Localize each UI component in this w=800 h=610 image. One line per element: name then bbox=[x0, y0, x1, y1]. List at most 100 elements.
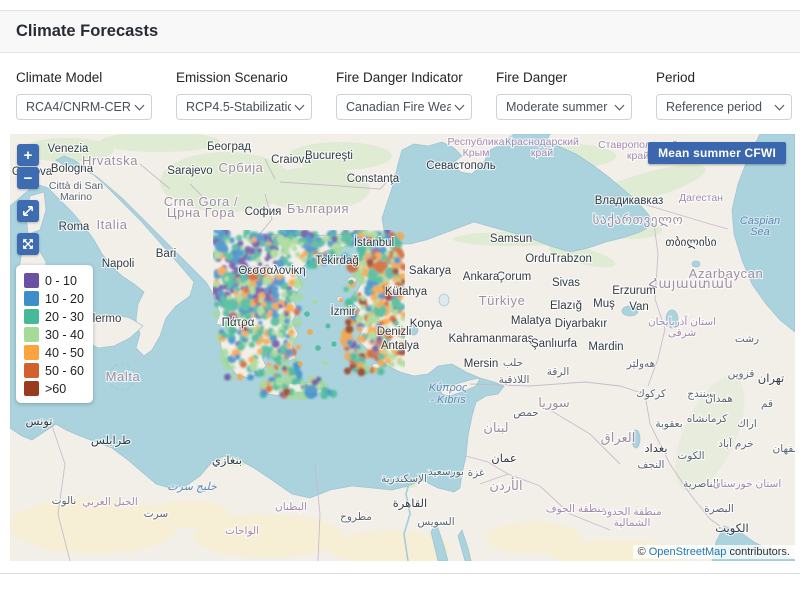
map-label: النجف bbox=[638, 459, 665, 471]
map-label: Sivas bbox=[552, 277, 580, 289]
panel-header: Climate Forecasts bbox=[0, 11, 800, 53]
minus-icon: − bbox=[24, 170, 33, 187]
map-label: غزة bbox=[468, 467, 485, 479]
fullscreen-button[interactable] bbox=[17, 233, 39, 255]
map-label: Muş bbox=[593, 298, 615, 310]
map-label: Sarajevo bbox=[167, 165, 212, 177]
climate-model-label: Climate Model bbox=[16, 70, 152, 85]
expand-button[interactable] bbox=[17, 200, 39, 222]
map-label: Κύπρος bbox=[429, 382, 468, 394]
legend-item: 10 - 20 bbox=[24, 291, 84, 306]
fire-danger-indicator-select[interactable]: Canadian Fire Weather bbox=[336, 94, 472, 120]
legend-label: 40 - 50 bbox=[45, 346, 84, 360]
map-attribution: © OpenStreetMap contributors. bbox=[633, 545, 795, 559]
climate-model-select[interactable]: RCA4/CNRM-CERFACS bbox=[16, 94, 152, 120]
map-label: همدان bbox=[705, 393, 733, 405]
map-label: الإسكندرية bbox=[381, 473, 427, 485]
map-label: تونس bbox=[25, 416, 52, 429]
period-label: Period bbox=[656, 70, 792, 85]
map-label: البصرة bbox=[704, 503, 734, 515]
map-label: خليج سرت bbox=[167, 481, 217, 493]
map-label: الجبل الغربي bbox=[82, 496, 138, 508]
legend-item: 50 - 60 bbox=[24, 363, 84, 378]
map-label: لبنان bbox=[483, 420, 508, 435]
map-label: Diyarbakır bbox=[555, 318, 608, 330]
basemap: VeneziaGenovaBolognaCittà di SanMarinoRo… bbox=[10, 134, 795, 561]
map-label: منطقة الجوف bbox=[546, 503, 606, 515]
map-label: سوريا bbox=[538, 395, 569, 411]
legend-swatch bbox=[24, 309, 39, 324]
map-label: Malta bbox=[106, 369, 141, 384]
map-label: İzmir bbox=[331, 305, 356, 318]
map-label: Владикавказ bbox=[595, 195, 664, 207]
climate-forecasts-panel: Climate Forecasts Climate Model RCA4/CNRM… bbox=[0, 10, 800, 574]
map-label: Θεσσαλονίκη bbox=[238, 265, 305, 277]
map-label: Elazığ bbox=[550, 300, 582, 312]
fire-danger-indicator-control: Fire Danger IndicatorCanadian Fire Weath… bbox=[336, 66, 472, 120]
cfwi-legend: 0 - 10 10 - 20 20 - 30 30 - 40 40 - 50 50 - 6… bbox=[16, 265, 93, 403]
legend-label: 0 - 10 bbox=[45, 274, 77, 288]
map-label: بعقوبة bbox=[655, 418, 682, 430]
legend-swatch bbox=[24, 291, 39, 306]
map-label: Trabzon bbox=[550, 253, 592, 265]
legend-label: 20 - 30 bbox=[45, 310, 84, 324]
layer-title-badge: Mean summer CFWI bbox=[648, 142, 786, 164]
page-title: Climate Forecasts bbox=[16, 22, 784, 41]
map-label: اللاذقية bbox=[499, 374, 530, 386]
map-label: Malatya bbox=[511, 315, 552, 327]
fire-danger-label: Fire Danger bbox=[496, 70, 632, 85]
legend-item: >60 bbox=[24, 381, 84, 396]
map-label: كركوك bbox=[636, 388, 666, 400]
map-label: Erzurum bbox=[612, 285, 655, 297]
map-label: Ankara bbox=[463, 271, 500, 283]
legend-item: 30 - 40 bbox=[24, 327, 84, 342]
climate-model-control: Climate Model RCA4/CNRM-CERFACS bbox=[16, 66, 152, 120]
map-label: هەولێر bbox=[626, 358, 655, 370]
zoom-out-button[interactable]: − bbox=[17, 167, 39, 189]
emission-scenario-select[interactable]: RCP4.5-Stabilization of bbox=[176, 94, 312, 120]
fire-danger-select[interactable]: Moderate summer fire bbox=[496, 94, 632, 120]
map-label: القاهرة bbox=[393, 498, 427, 511]
legend-label: 50 - 60 bbox=[45, 364, 84, 378]
map[interactable]: VeneziaGenovaBolognaCittà di SanMarinoRo… bbox=[10, 134, 795, 561]
map-label: قم bbox=[761, 398, 773, 410]
map-label: Sakarya bbox=[409, 265, 452, 277]
map-label: الكويت bbox=[715, 523, 748, 536]
map-label: بغداد bbox=[644, 443, 667, 455]
map-label: بنغازي bbox=[212, 455, 242, 468]
map-label: Севастополь bbox=[426, 160, 495, 172]
map-label: Hrvatska bbox=[82, 153, 138, 168]
openstreetmap-link[interactable]: OpenStreetMap bbox=[649, 546, 727, 558]
period-select[interactable]: Reference period bbox=[656, 94, 792, 120]
map-label: العراق bbox=[601, 430, 636, 446]
map-label: - Kıbrıs bbox=[430, 394, 466, 406]
map-label: საქართველო bbox=[593, 212, 684, 227]
map-label: الكوت bbox=[677, 450, 704, 462]
map-label: Bucureşti bbox=[305, 150, 353, 162]
four-arrows-icon bbox=[21, 237, 35, 251]
legend-item: 20 - 30 bbox=[24, 309, 84, 324]
legend-swatch bbox=[24, 327, 39, 342]
map-label: نالوت bbox=[52, 495, 77, 507]
map-label: حلب bbox=[503, 357, 523, 369]
map-label: الواحات bbox=[225, 525, 259, 537]
map-label: الأردن bbox=[489, 476, 522, 494]
legend-swatch bbox=[24, 345, 39, 360]
zoom-in-button[interactable]: + bbox=[17, 144, 39, 166]
map-label: اصفهان bbox=[773, 443, 795, 455]
map-label: طرابلس bbox=[91, 435, 131, 448]
map-label: Πάτρα bbox=[222, 317, 255, 329]
map-label: Tekirdağ bbox=[315, 255, 358, 267]
map-label: Antalya bbox=[381, 340, 420, 352]
map-label: بورسعيد bbox=[428, 466, 464, 478]
map-label: İstanbul bbox=[354, 236, 394, 249]
map-label: България bbox=[287, 201, 349, 216]
map-label: Београд bbox=[207, 141, 251, 153]
map-label: الرقة bbox=[547, 366, 570, 378]
map-label: Mardin bbox=[588, 341, 623, 353]
map-label: Samsun bbox=[490, 233, 532, 245]
map-label: كرمانشاه bbox=[687, 413, 728, 425]
map-label: София bbox=[245, 206, 282, 218]
plus-icon: + bbox=[24, 147, 33, 164]
map-label: Bari bbox=[156, 248, 176, 260]
